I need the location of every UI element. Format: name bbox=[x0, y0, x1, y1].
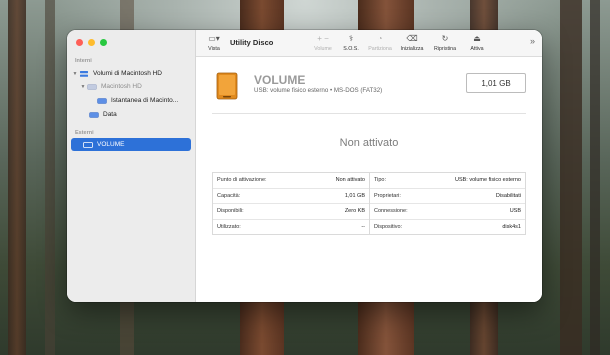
volume-description: USB: volume fisico esterno • MS-DOS (FAT… bbox=[254, 87, 383, 94]
sidebar-item-label: VOLUME bbox=[97, 141, 125, 148]
minimize-button[interactable] bbox=[88, 39, 95, 46]
mount-button[interactable]: ⏏ Attiva bbox=[459, 34, 495, 52]
stack-icon bbox=[80, 70, 88, 77]
chevron-down-icon[interactable]: ▼ bbox=[79, 84, 87, 90]
volume-size: 1,01 GB bbox=[466, 73, 526, 93]
sidebar-item-volume[interactable]: VOLUME bbox=[71, 138, 191, 151]
zoom-button[interactable] bbox=[100, 39, 107, 46]
window-title: Utility Disco bbox=[230, 38, 274, 47]
stethoscope-icon: ⚕ bbox=[348, 34, 354, 43]
sidebar-icon: ▭▾ bbox=[208, 34, 220, 43]
volume-name: VOLUME bbox=[254, 73, 306, 87]
plus-minus-icon: + − bbox=[317, 34, 329, 43]
disk-icon bbox=[97, 97, 107, 104]
partition-button[interactable]: ◔ Partiziona bbox=[362, 34, 398, 52]
info-label: Connessione: bbox=[374, 208, 408, 215]
disk-utility-window: Interni ▼ Volumi di Macintosh HD ▼ Macin… bbox=[67, 30, 542, 302]
sidebar-item-macintosh-hd[interactable]: ▼ Macintosh HD bbox=[71, 80, 191, 93]
divider bbox=[212, 113, 526, 114]
sidebar-item-label: Volumi di Macintosh HD bbox=[93, 70, 162, 77]
sidebar-item-istantanea[interactable]: Istantanea di Macinto... bbox=[71, 94, 191, 107]
erase-button[interactable]: ⌫ Inizializza bbox=[394, 34, 430, 52]
main-panel: ▭▾ Vista Utility Disco + − Volume ⚕ S.O.… bbox=[196, 30, 542, 302]
info-column-right: Tipo: USB: volume fisico esterno Proprie… bbox=[369, 173, 525, 235]
mount-status: Non attivato bbox=[339, 137, 399, 149]
info-label: Capacità: bbox=[217, 192, 241, 199]
info-row: Utilizzato: -- bbox=[213, 220, 369, 236]
sidebar-item-label: Istantanea di Macinto... bbox=[111, 97, 179, 104]
info-label: Punto di attivazione: bbox=[217, 177, 267, 184]
sidebar-section-internal: Interni bbox=[75, 58, 92, 64]
view-button[interactable]: ▭▾ Vista bbox=[196, 34, 232, 52]
info-label: Utilizzato: bbox=[217, 224, 241, 231]
info-value: Zero KB bbox=[344, 208, 365, 215]
info-value: Disabilitati bbox=[495, 192, 521, 199]
info-label: Proprietari: bbox=[374, 192, 401, 199]
chevron-down-icon[interactable]: ▼ bbox=[71, 71, 79, 77]
close-button[interactable] bbox=[76, 39, 83, 46]
info-row: Tipo: USB: volume fisico esterno bbox=[370, 173, 525, 189]
sidebar-item-volumi-macintosh-hd[interactable]: ▼ Volumi di Macintosh HD bbox=[71, 67, 191, 80]
info-value: USB bbox=[509, 208, 521, 215]
disk-icon bbox=[87, 83, 97, 90]
chevron-right-icon[interactable]: » bbox=[530, 36, 535, 46]
window-controls bbox=[76, 39, 107, 46]
info-row: Capacità: 1,01 GB bbox=[213, 189, 369, 204]
info-value: 1,01 GB bbox=[344, 192, 365, 199]
info-column-left: Punto di attivazione: Non attivato Capac… bbox=[213, 173, 369, 235]
info-row: Dispositivo: disk4s1 bbox=[370, 220, 525, 236]
info-value: disk4s1 bbox=[502, 224, 521, 231]
toolbar: ▭▾ Vista Utility Disco + − Volume ⚕ S.O.… bbox=[196, 30, 542, 57]
info-label: Dispositivo: bbox=[374, 224, 403, 231]
info-table: Punto di attivazione: Non attivato Capac… bbox=[212, 172, 526, 235]
restore-icon: ↻ bbox=[441, 34, 449, 43]
sidebar-item-label: Data bbox=[103, 111, 117, 118]
info-value: -- bbox=[361, 224, 365, 231]
external-disk-icon bbox=[83, 141, 93, 148]
info-row: Disponibili: Zero KB bbox=[213, 204, 369, 220]
sidebar-section-external: Esterni bbox=[75, 130, 94, 136]
info-row: Punto di attivazione: Non attivato bbox=[213, 173, 369, 189]
pie-icon: ◔ bbox=[377, 34, 383, 43]
info-row: Proprietari: Disabilitati bbox=[370, 189, 525, 204]
info-value: USB: volume fisico esterno bbox=[454, 177, 521, 184]
disk-icon bbox=[89, 111, 99, 118]
external-drive-icon bbox=[216, 72, 238, 100]
info-label: Disponibili: bbox=[217, 208, 244, 215]
restore-button[interactable]: ↻ Ripristina bbox=[427, 34, 463, 52]
sidebar: Interni ▼ Volumi di Macintosh HD ▼ Macin… bbox=[67, 30, 196, 302]
sidebar-item-data[interactable]: Data bbox=[71, 108, 191, 121]
eraser-icon: ⌫ bbox=[406, 34, 418, 43]
info-label: Tipo: bbox=[374, 177, 387, 184]
mount-icon: ⏏ bbox=[473, 34, 481, 43]
info-row: Connessione: USB bbox=[370, 204, 525, 220]
info-value: Non attivato bbox=[335, 177, 365, 184]
sidebar-item-label: Macintosh HD bbox=[101, 83, 142, 90]
